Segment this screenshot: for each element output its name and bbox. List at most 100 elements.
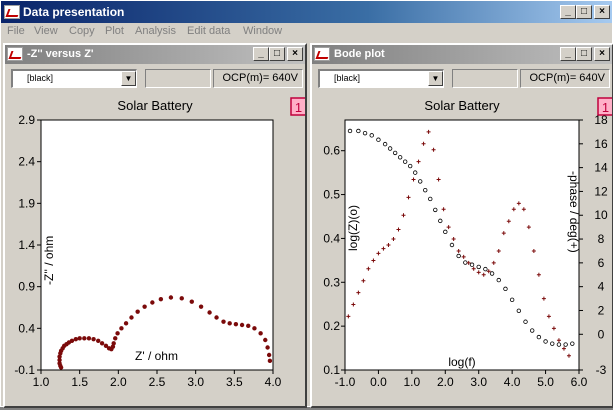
impedance-point — [347, 128, 353, 134]
y-tick-label: 0.3 — [323, 275, 340, 289]
data-point — [73, 336, 79, 342]
x-tick-label: 0.0 — [370, 375, 387, 389]
y-axis-label: -Z'' / ohm — [42, 236, 56, 285]
nyquist-ocp-readout: OCP(m)= 640V — [213, 69, 303, 88]
y-tick-label: 1.4 — [18, 238, 35, 252]
app-window: Data presentation _ □ × File View Copy P… — [0, 0, 613, 408]
impedance-point — [469, 262, 475, 267]
nyquist-close-button[interactable]: × — [287, 47, 303, 61]
impedance-point — [356, 128, 361, 134]
data-point — [119, 326, 124, 331]
bode-color-select[interactable]: [black] ▼ — [318, 69, 444, 88]
y2-tick-label: 6 — [598, 256, 605, 270]
app-title: Data presentation — [23, 5, 125, 19]
x-tick-label: 3.0 — [470, 375, 487, 389]
nyquist-color-select[interactable]: [black] ▼ — [11, 69, 137, 88]
impedance-point — [483, 266, 488, 272]
y2-axis-label: -phase / deg(+) — [567, 171, 581, 253]
impedance-point — [397, 155, 403, 160]
x-tick-label: 3.5 — [226, 375, 243, 389]
app-titlebar[interactable]: Data presentation _ □ × — [1, 1, 612, 23]
x-axis-label: log(f) — [448, 355, 475, 369]
menu-analysis[interactable]: Analysis — [135, 25, 176, 37]
menu-view[interactable]: View — [34, 25, 58, 37]
impedance-point — [402, 159, 408, 164]
data-point — [258, 331, 263, 336]
impedance-point — [543, 339, 548, 344]
nyquist-titlebar[interactable]: -Z'' versus Z' _ □ × — [5, 45, 305, 64]
bode-window: Bode plot _ □ × [black] ▼ OCP(m)= 640V S… — [310, 43, 613, 408]
impedance-point — [503, 286, 508, 292]
y-tick-label: 0.4 — [323, 231, 340, 245]
y2-tick-label: 18 — [594, 113, 608, 127]
bode-close-button[interactable]: × — [594, 47, 610, 61]
chart-title: Solar Battery — [117, 98, 193, 113]
bode-ocp-readout: OCP(m)= 640V — [520, 69, 610, 88]
close-button[interactable]: × — [594, 5, 610, 19]
data-point — [111, 341, 116, 346]
menu-plot[interactable]: Plot — [105, 25, 124, 37]
data-point — [263, 337, 268, 343]
bode-minimize-button[interactable]: _ — [560, 47, 576, 61]
nyquist-chart: Solar Battery 1 1.0 1.5 2.0 2.5 3.0 3.5 4.0 -0.1 0… — [14, 97, 307, 389]
data-point — [91, 336, 96, 342]
impedance-point — [463, 260, 468, 265]
menu-edit-data[interactable]: Edit data — [187, 25, 230, 37]
menu-bar: File View Copy Plot Analysis Edit data W… — [1, 23, 612, 41]
y-tick-label: 1.9 — [18, 196, 35, 210]
menu-file[interactable]: File — [7, 25, 25, 37]
impedance-point — [443, 229, 448, 235]
menu-copy[interactable]: Copy — [69, 25, 95, 37]
y-tick-label: 0.9 — [18, 280, 35, 294]
impedance-point — [418, 179, 423, 184]
minimize-button[interactable]: _ — [560, 5, 576, 19]
plot-frame — [40, 119, 274, 371]
data-point — [135, 309, 140, 314]
app-chart-icon — [4, 5, 20, 19]
data-point — [252, 326, 257, 331]
nyquist-color-value: [black] — [27, 73, 54, 83]
bode-color-value: [black] — [334, 73, 361, 83]
data-point — [266, 352, 272, 358]
impedance-point — [407, 163, 413, 169]
nyquist-minimize-button[interactable]: _ — [253, 47, 269, 61]
impedance-point — [489, 271, 495, 276]
impedance-point — [523, 319, 528, 324]
data-point — [207, 310, 212, 315]
data-point — [123, 321, 129, 326]
impedance-point — [476, 264, 481, 270]
impedance-point — [456, 253, 461, 259]
data-point — [198, 304, 204, 309]
data-point — [233, 321, 239, 327]
data-point — [129, 315, 134, 320]
maximize-button[interactable]: □ — [576, 5, 592, 19]
data-point — [69, 338, 75, 344]
nyquist-toolbar: [black] ▼ OCP(m)= 640V — [5, 66, 305, 90]
y2-tick-label: 0 — [598, 327, 605, 341]
x-tick-label: 2.0 — [437, 375, 454, 389]
x-tick-label: 2.0 — [110, 375, 127, 389]
x-tick-label: 1.0 — [33, 375, 50, 389]
data-point — [221, 319, 226, 324]
nyquist-maximize-button[interactable]: □ — [269, 47, 285, 61]
x-tick-label: 2.5 — [149, 375, 166, 389]
dropdown-arrow-icon[interactable]: ▼ — [121, 71, 136, 86]
impedance-point — [556, 342, 562, 347]
impedance-point — [369, 133, 374, 138]
y2-tick-label: 8 — [598, 232, 605, 246]
x-tick-label: 5.0 — [537, 375, 554, 389]
bode-titlebar[interactable]: Bode plot _ □ × — [312, 45, 612, 64]
impedance-point — [550, 341, 555, 346]
y2-tick-label: 10 — [594, 208, 608, 222]
dropdown-arrow-icon[interactable]: ▼ — [428, 71, 443, 86]
y2-tick-label: 14 — [594, 161, 608, 175]
impedance-point — [536, 334, 542, 340]
impedance-point — [570, 341, 575, 346]
bode-maximize-button[interactable]: □ — [576, 47, 592, 61]
chart-icon — [314, 47, 330, 61]
chart-icon — [7, 47, 23, 61]
impedance-point — [449, 242, 455, 248]
data-point — [96, 338, 101, 344]
data-point — [189, 299, 194, 304]
menu-window[interactable]: Window — [243, 25, 282, 37]
